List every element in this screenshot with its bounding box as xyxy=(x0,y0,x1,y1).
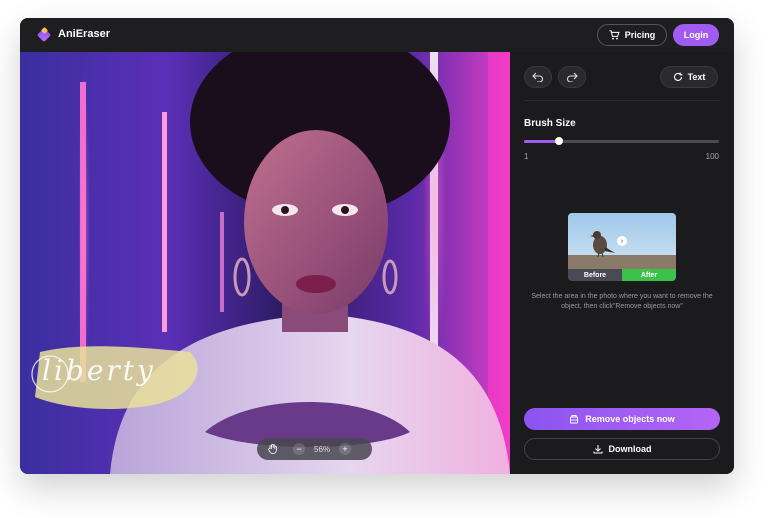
after-image xyxy=(622,213,676,269)
tool-panel: Text Brush Size 1 100 Before After › Sel… xyxy=(510,52,734,474)
undo-button[interactable] xyxy=(524,66,552,88)
slider-thumb[interactable] xyxy=(555,137,564,145)
compare-arrow-icon: › xyxy=(617,236,627,246)
pricing-label: Pricing xyxy=(624,30,656,40)
divider xyxy=(524,100,720,101)
bird-icon xyxy=(568,231,622,269)
pricing-button[interactable]: Pricing xyxy=(597,24,667,46)
before-image xyxy=(568,213,622,269)
app-window: AniEraser Pricing Login liberty − 56% + … xyxy=(20,18,734,474)
anieraser-logo-icon xyxy=(37,27,51,42)
after-scene xyxy=(622,255,676,269)
zoom-controls: − 56% + xyxy=(257,438,372,460)
login-button[interactable]: Login xyxy=(673,24,719,46)
image-canvas[interactable]: liberty − 56% + xyxy=(20,52,510,474)
slider-fill xyxy=(524,140,560,143)
cart-icon xyxy=(609,30,620,40)
instruction-text: Select the area in the photo where you w… xyxy=(531,293,713,310)
hand-pan-icon[interactable] xyxy=(267,443,279,455)
redo-button[interactable] xyxy=(558,66,586,88)
brush-max-value: 100 xyxy=(705,152,719,161)
redo-icon xyxy=(567,72,578,82)
watermark-text[interactable]: liberty xyxy=(42,354,156,387)
remove-objects-label: Remove objects now xyxy=(585,414,675,424)
text-button-label: Text xyxy=(687,72,706,82)
after-label: After xyxy=(622,269,676,281)
before-after-preview: Before After › xyxy=(568,213,676,281)
zoom-out-button[interactable]: − xyxy=(293,443,305,455)
text-button[interactable]: Text xyxy=(660,66,718,88)
before-label: Before xyxy=(568,269,622,281)
brush-size-slider[interactable] xyxy=(524,137,719,145)
portrait-photo xyxy=(31,52,510,474)
zoom-level: 56% xyxy=(314,444,331,454)
app-name: AniEraser xyxy=(58,28,110,40)
download-icon xyxy=(593,445,602,454)
refresh-icon xyxy=(673,72,682,81)
download-button[interactable]: Download xyxy=(524,438,720,460)
brush-min-value: 1 xyxy=(524,152,529,161)
eraser-icon xyxy=(570,415,579,424)
download-label: Download xyxy=(608,444,652,454)
zoom-in-button[interactable]: + xyxy=(339,443,352,455)
remove-objects-button[interactable]: Remove objects now xyxy=(524,408,720,430)
top-bar: AniEraser Pricing Login xyxy=(20,18,734,52)
brush-size-label: Brush Size xyxy=(524,118,576,129)
undo-icon xyxy=(532,72,543,82)
